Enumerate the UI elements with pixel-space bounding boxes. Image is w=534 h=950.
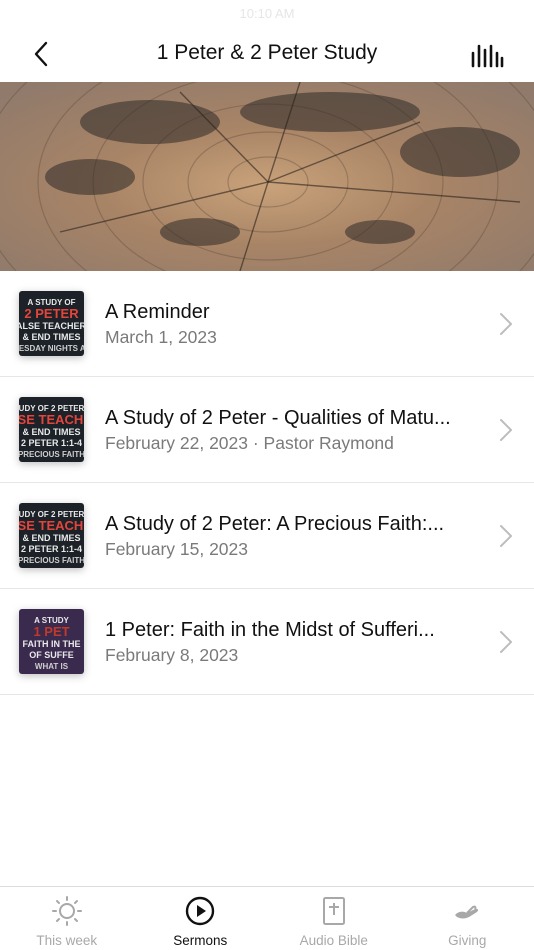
sermon-row[interactable]: UDY OF 2 PETERFALSE TEACHERS& END TIMES2…	[0, 377, 534, 483]
svg-text:2 PETER 1:1-4: 2 PETER 1:1-4	[21, 544, 82, 554]
sermon-thumbnail: A STUDY OF2 PETERFALSE TEACHERS& END TIM…	[19, 291, 84, 356]
tab-audio-bible[interactable]: Audio Bible	[267, 887, 401, 950]
tab-label: Sermons	[173, 933, 228, 948]
sermon-thumbnail: A STUDY 1 PET FAITH IN THE OF SUFFE WHAT IS	[19, 609, 84, 674]
series-artwork-image: A STUDY1 PETFAITH IN THEOF SUFFEWHAT IS	[19, 609, 84, 674]
wood-rings-image	[0, 82, 534, 271]
sermon-title: A Reminder	[105, 301, 210, 323]
svg-text:FALSE TEACHERS: FALSE TEACHERS	[19, 518, 84, 533]
sermon-subtitle: February 8, 2023	[105, 645, 239, 665]
chevron-right-icon	[500, 419, 512, 441]
sermon-subtitle: March 1, 2023	[105, 327, 217, 347]
bar-chart-icon	[471, 44, 504, 68]
navigation-bar: 1 Peter & 2 Peter Study	[0, 28, 534, 82]
svg-text:FAITH IN THE: FAITH IN THE	[23, 639, 81, 649]
svg-text:NESDAY NIGHTS AT: NESDAY NIGHTS AT	[19, 344, 84, 353]
svg-text:PRECIOUS FAITH: PRECIOUS FAITH	[19, 556, 84, 565]
giving-hand-icon	[455, 905, 479, 919]
svg-text:FALSE TEACHERS: FALSE TEACHERS	[19, 412, 84, 427]
sermon-title: A Study of 2 Peter: A Precious Faith:...	[105, 513, 445, 535]
series-banner-image	[0, 82, 534, 271]
status-time: 10:10 AM	[239, 6, 295, 21]
svg-text:FALSE TEACHERS: FALSE TEACHERS	[19, 321, 84, 331]
tab-label: This week	[36, 933, 98, 948]
stats-button[interactable]	[470, 42, 504, 70]
series-artwork-image: UDY OF 2 PETERFALSE TEACHERS& END TIMES2…	[19, 503, 84, 568]
status-bar: 10:10 AM	[0, 0, 534, 28]
play-circle-icon	[186, 896, 215, 926]
sermon-thumbnail: UDY OF 2 PETERFALSE TEACHERS& END TIMES2…	[19, 397, 84, 462]
sermon-subtitle: February 22, 2023 · Pastor Raymond	[105, 433, 394, 453]
sermon-title: 1 Peter: Faith in the Midst of Sufferi..…	[105, 619, 435, 641]
series-artwork-image: UDY OF 2 PETERFALSE TEACHERS& END TIMES2…	[19, 397, 84, 462]
sermon-row[interactable]: A STUDY 1 PET FAITH IN THE OF SUFFE WHAT IS …	[0, 589, 534, 695]
chevron-right-icon	[500, 313, 512, 335]
tab-giving[interactable]: Giving	[401, 887, 534, 950]
sermon-row[interactable]: UDY OF 2 PETERFALSE TEACHERS& END TIMES2…	[0, 483, 534, 589]
svg-text:OF SUFFE: OF SUFFE	[29, 650, 74, 660]
sermon-list: A STUDY OF2 PETERFALSE TEACHERS& END TIM…	[0, 271, 534, 695]
svg-text:& END TIMES: & END TIMES	[22, 332, 80, 342]
chevron-right-icon	[500, 631, 512, 653]
series-artwork-image: A STUDY OF2 PETERFALSE TEACHERS& END TIM…	[19, 291, 84, 356]
tab-this-week[interactable]: This week	[0, 887, 134, 950]
bible-icon	[322, 897, 345, 925]
sun-icon	[51, 896, 82, 926]
sermon-row[interactable]: A STUDY OF2 PETERFALSE TEACHERS& END TIM…	[0, 271, 534, 377]
svg-text:& END TIMES: & END TIMES	[22, 533, 80, 543]
chevron-right-icon	[500, 525, 512, 547]
svg-text:2 PETER 1:1-4: 2 PETER 1:1-4	[21, 438, 82, 448]
svg-text:PRECIOUS FAITH: PRECIOUS FAITH	[19, 450, 84, 459]
tab-bar: This week Sermons Audio Bible Giving	[0, 886, 534, 950]
tab-label: Audio Bible	[299, 933, 368, 948]
sermon-thumbnail: UDY OF 2 PETERFALSE TEACHERS& END TIMES2…	[19, 503, 84, 568]
svg-text:1 PET: 1 PET	[33, 624, 69, 639]
sermon-title: A Study of 2 Peter - Qualities of Matu..…	[105, 407, 451, 429]
tab-label: Giving	[448, 933, 487, 948]
svg-text:WHAT IS: WHAT IS	[35, 662, 69, 671]
svg-text:& END TIMES: & END TIMES	[22, 427, 80, 437]
page-title: 1 Peter & 2 Peter Study	[156, 41, 378, 64]
tab-sermons[interactable]: Sermons	[134, 887, 268, 950]
svg-text:2 PETER: 2 PETER	[24, 306, 79, 321]
sermon-subtitle: February 15, 2023	[105, 539, 249, 559]
